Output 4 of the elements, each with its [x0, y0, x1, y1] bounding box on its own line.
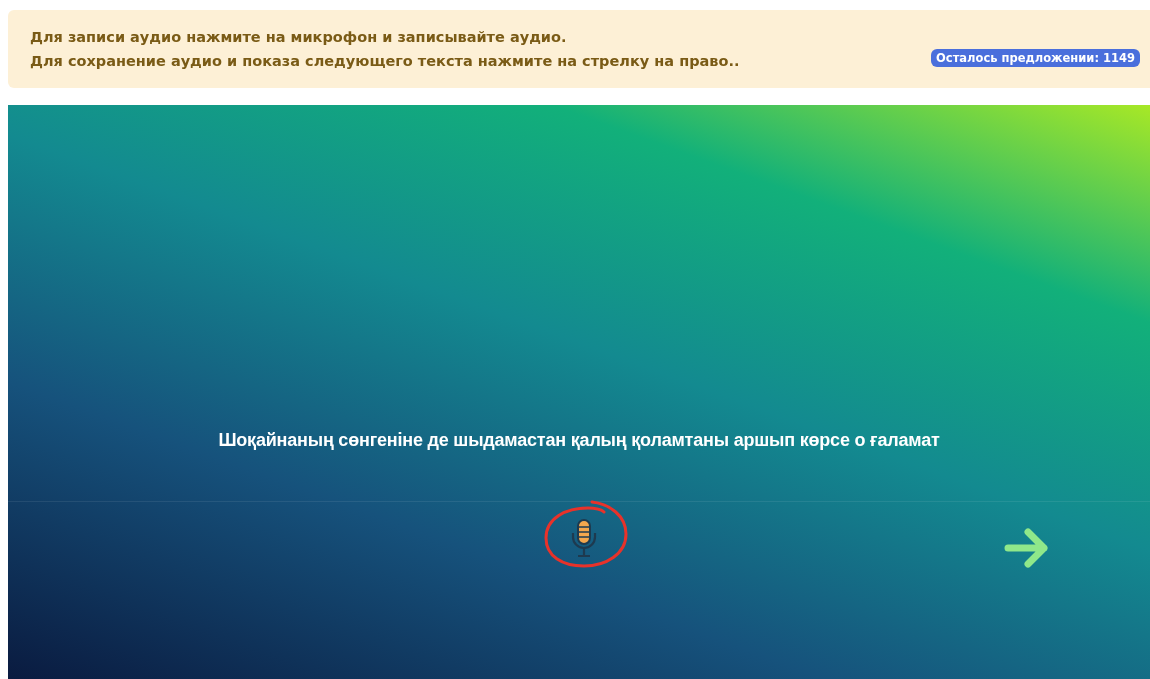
instruction-text: Для записи аудио нажмите на микрофон и записывайте аудио.	[30, 29, 568, 45]
sentence-text: Шоқайнаның сөнгеніне де шыдамастан қалың қоламтаны аршып көрсе о ғаламат	[218, 430, 940, 451]
remaining-count-badge: Осталось предложении: 1149	[931, 49, 1140, 67]
instruction-text: Для сохранение аудио и показа следующего текста нажмите на стрелку на право..	[30, 53, 740, 69]
